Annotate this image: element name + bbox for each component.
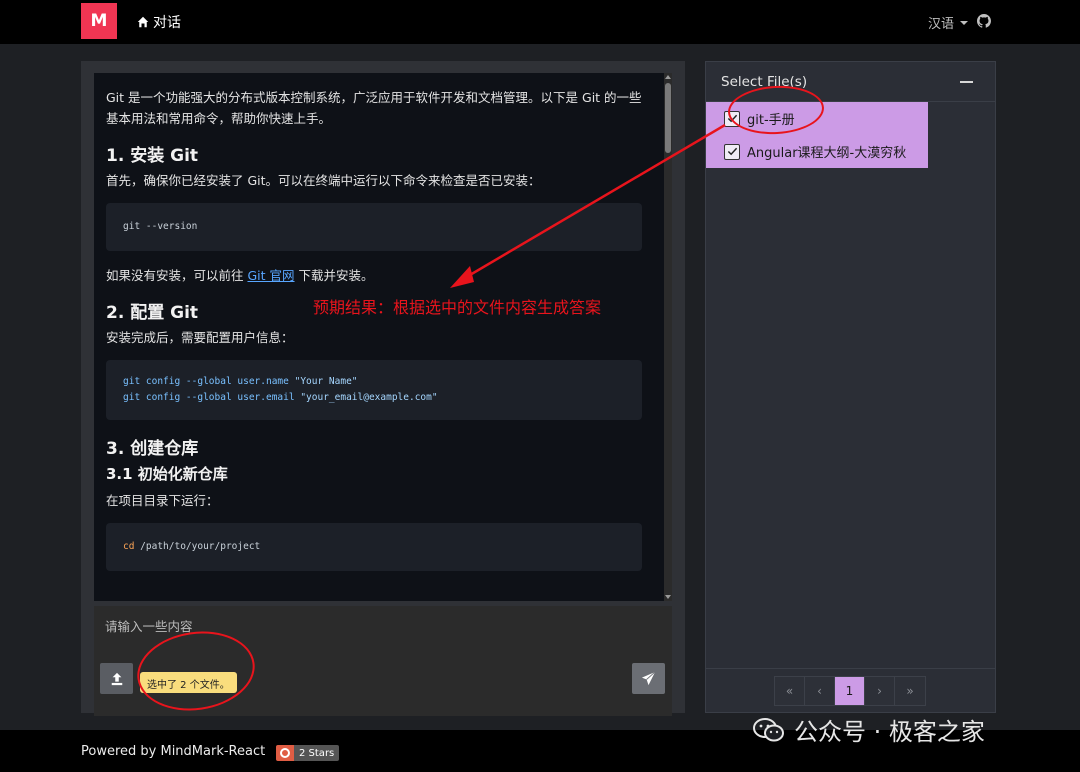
code-string: "your_email@example.com" xyxy=(300,392,438,403)
nav-chat-link[interactable]: 对话 xyxy=(137,12,181,32)
code-line: git --version xyxy=(123,221,198,232)
minimize-icon[interactable] xyxy=(960,81,973,83)
git-website-link[interactable]: Git 官网 xyxy=(247,268,294,283)
text-span: 如果没有安装，可以前往 xyxy=(106,268,248,283)
text-span: 下载并安装。 xyxy=(294,268,374,283)
code-cmd: git config --global user.name xyxy=(123,376,295,387)
annotation-arrow-icon xyxy=(450,123,726,288)
scroll-down-icon[interactable] xyxy=(665,595,671,599)
watermark-text: 公众号 · 极客之家 xyxy=(794,718,985,746)
code-cmd: cd xyxy=(123,541,135,552)
page-current-button[interactable]: 1 xyxy=(835,677,865,705)
wechat-icon xyxy=(753,717,784,741)
language-dropdown[interactable]: 汉语 xyxy=(928,13,969,32)
watermark: 公众号 · 极客之家 xyxy=(752,712,985,747)
upload-button[interactable] xyxy=(100,663,133,694)
code-string: "Your Name" xyxy=(294,376,358,387)
code-line: git config --global user.email "your_ema… xyxy=(123,390,625,406)
code-arg: /path/to/your/project xyxy=(134,541,261,552)
app-logo[interactable]: M xyxy=(81,3,117,39)
powered-by: Powered by MindMark-React xyxy=(81,744,266,759)
code-block: cd /path/to/your/project xyxy=(106,523,642,571)
section-text: 安装完成后，需要配置用户信息： xyxy=(106,330,294,345)
section-title: 3. 创建仓库 xyxy=(106,439,199,459)
scroll-up-icon[interactable] xyxy=(665,75,671,79)
file-panel-footer: « ‹ 1 › » xyxy=(706,668,995,712)
paper-plane-icon xyxy=(641,671,656,686)
subsection-title: 3.1 初始化新仓库 xyxy=(106,465,228,483)
pagination: « ‹ 1 › » xyxy=(774,676,926,706)
github-icon[interactable] xyxy=(977,14,991,28)
stars-count: 2 Stars xyxy=(294,745,340,761)
page-first-button[interactable]: « xyxy=(775,677,805,705)
page-next-button[interactable]: › xyxy=(865,677,895,705)
chevron-down-icon xyxy=(960,20,969,25)
code-block: git config --global user.name "Your Name… xyxy=(106,360,642,420)
home-icon xyxy=(137,16,149,28)
send-button[interactable] xyxy=(632,663,665,694)
github-stars-badge[interactable]: 2 Stars xyxy=(276,745,340,761)
page-last-button[interactable]: » xyxy=(895,677,925,705)
nav-chat-label: 对话 xyxy=(153,15,181,31)
file-name: Angular课程大纲-大漠穷秋 xyxy=(747,146,907,161)
upload-icon xyxy=(111,672,122,685)
navbar: M 对话 汉语 xyxy=(0,0,1080,44)
code-line: git config --global user.name "Your Name… xyxy=(123,374,625,390)
code-cmd: git config --global user.email xyxy=(123,392,301,403)
star-badge-icon xyxy=(276,745,294,761)
language-label: 汉语 xyxy=(928,17,955,32)
annotation-text: 预期结果：根据选中的文件内容生成答案 xyxy=(313,298,602,317)
page-prev-button[interactable]: ‹ xyxy=(805,677,835,705)
section-text: 在项目目录下运行： xyxy=(106,493,219,508)
